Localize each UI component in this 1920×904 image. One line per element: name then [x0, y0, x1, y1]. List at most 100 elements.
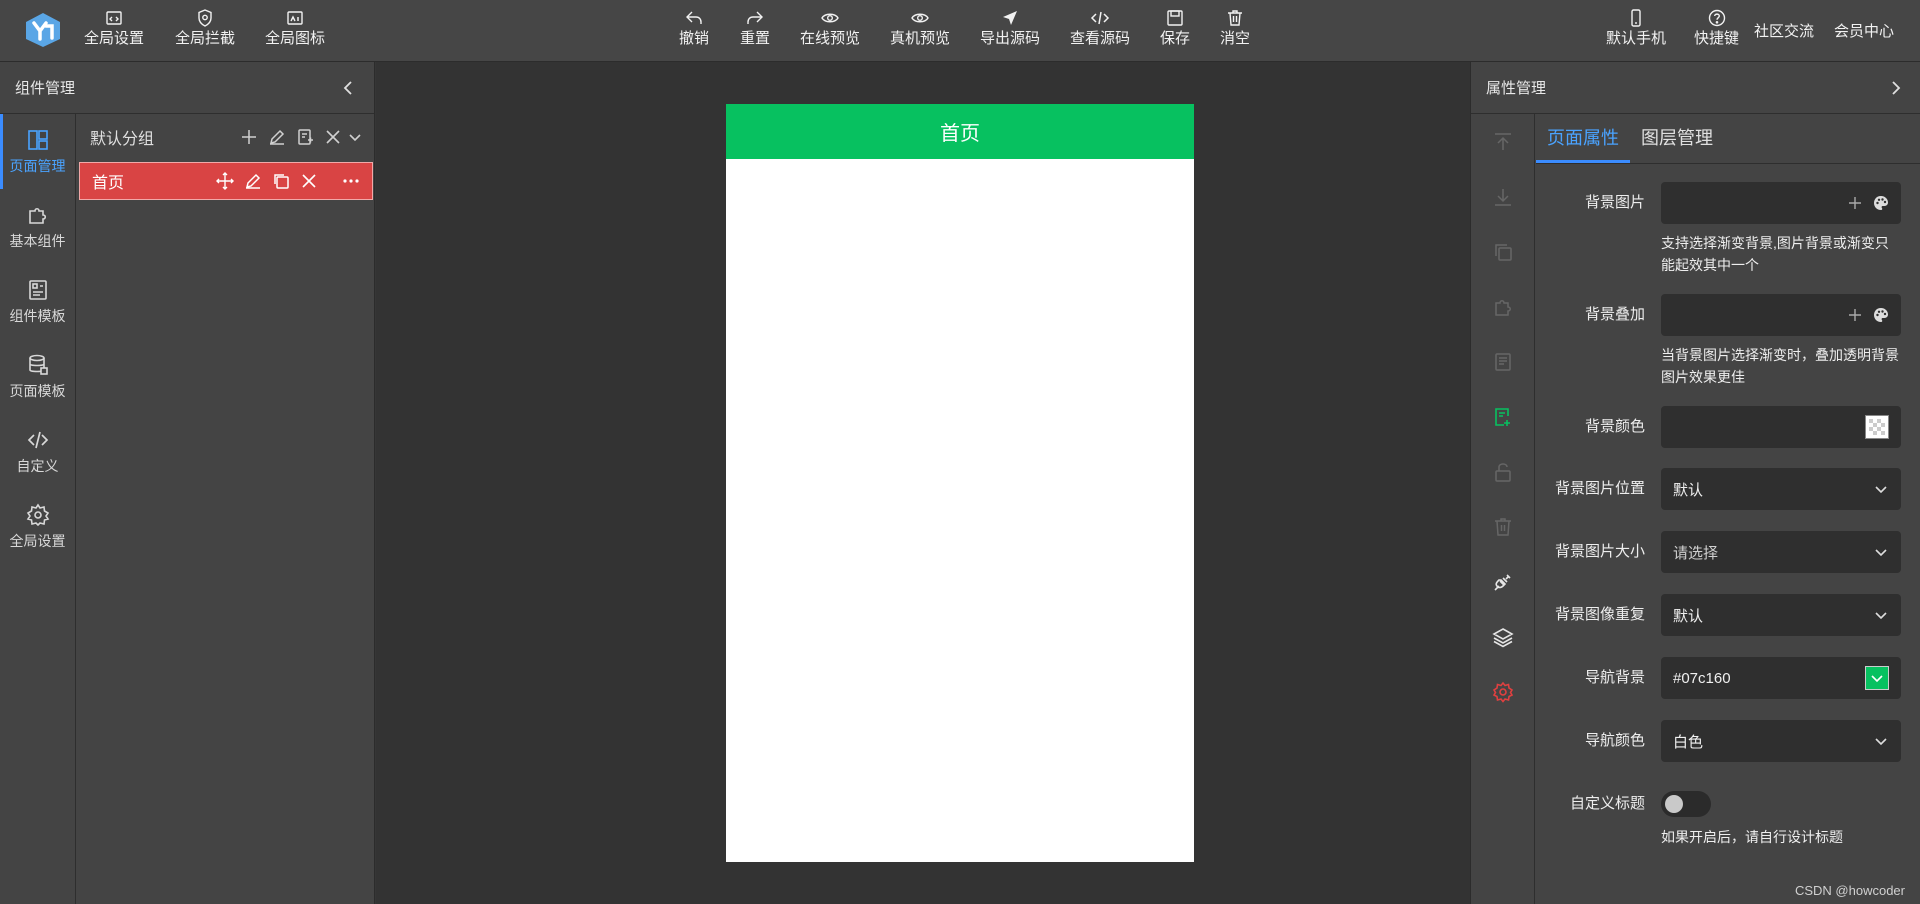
clear-button[interactable]: 消空: [1220, 8, 1250, 54]
plugin-tool[interactable]: [1471, 554, 1534, 609]
color-swatch-icon[interactable]: [1865, 666, 1889, 690]
app: 全局设置 全局拦截 全局图标 撤销 重置 在线预览 真机预览 导出源码 查看源码…: [0, 0, 1920, 904]
bg-repeat-value: 默认: [1673, 607, 1704, 625]
move-bottom-tool[interactable]: [1471, 169, 1534, 224]
chevron-down-icon[interactable]: [348, 128, 362, 146]
community-link[interactable]: 社区交流: [1754, 20, 1814, 41]
palette-icon[interactable]: [1873, 307, 1889, 323]
bg-overlay-picker[interactable]: [1661, 294, 1901, 336]
trash-icon: [1494, 517, 1511, 536]
bg-color-picker[interactable]: [1661, 406, 1901, 448]
top-toolbar: 全局设置 全局拦截 全局图标 撤销 重置 在线预览 真机预览 导出源码 查看源码…: [0, 0, 1920, 62]
add-page-icon[interactable]: [296, 128, 314, 146]
global-icons-button[interactable]: 全局图标: [265, 8, 325, 54]
transparent-swatch-icon[interactable]: [1865, 415, 1889, 439]
group-name: 默认分组: [90, 131, 155, 148]
bg-size-select[interactable]: 请选择: [1661, 531, 1901, 573]
nav-bg-value: #07c160: [1673, 669, 1731, 687]
code-icon: [1090, 11, 1110, 25]
lock-icon: [1494, 462, 1511, 482]
chevron-down-icon: [1875, 612, 1887, 620]
add-icon[interactable]: [1847, 195, 1863, 211]
clear-label: 消空: [1220, 30, 1251, 47]
device-preview-button[interactable]: 真机预览: [890, 8, 950, 54]
delete-icon[interactable]: [300, 172, 318, 190]
nav-color-select[interactable]: 白色: [1661, 720, 1901, 762]
page-item-home[interactable]: 首页: [79, 162, 373, 200]
undo-button[interactable]: 撤销: [679, 8, 709, 54]
phone-preview[interactable]: 首页: [726, 104, 1194, 862]
code-window-icon: [106, 11, 122, 25]
bg-overlay-hint: 当背景图片选择渐变时，叠加透明背景图片效果更佳: [1661, 347, 1899, 385]
rail-item-custom[interactable]: 自定义: [0, 414, 75, 489]
global-settings-label: 全局设置: [84, 30, 145, 47]
bg-overlay-row: 背景叠加 当背景图片选择渐变时，叠加透明背景图片效果更佳: [1536, 294, 1920, 388]
layers-tool[interactable]: [1471, 609, 1534, 664]
add-component-tool[interactable]: [1471, 389, 1534, 444]
rail-item-component-templates[interactable]: 组件模板: [0, 264, 75, 339]
component-tool[interactable]: [1471, 279, 1534, 334]
move-icon[interactable]: [216, 172, 234, 190]
nav-color-label: 导航颜色: [1584, 732, 1645, 749]
add-icon[interactable]: [240, 128, 258, 146]
edit-icon[interactable]: [268, 128, 286, 146]
global-settings-button[interactable]: 全局设置: [84, 8, 144, 54]
rail-item-page-manage[interactable]: 页面管理: [0, 114, 75, 189]
bg-position-row: 背景图片位置 默认: [1536, 468, 1920, 510]
puzzle-icon: [28, 207, 46, 224]
tab-page-properties[interactable]: 页面属性: [1536, 114, 1630, 163]
nav-bg-color-input[interactable]: #07c160: [1661, 657, 1901, 699]
settings-tool[interactable]: [1471, 664, 1534, 719]
global-icons-label: 全局图标: [265, 30, 326, 47]
page-item-label: 首页: [92, 175, 125, 192]
move-top-tool[interactable]: [1471, 114, 1534, 169]
online-preview-button[interactable]: 在线预览: [800, 8, 860, 54]
phone-page-title: 首页: [940, 123, 980, 145]
bg-position-select[interactable]: 默认: [1661, 468, 1901, 510]
property-manager-panel: 属性管理 页面属性 图层管理 背景图片 支持选择渐变背景,图片背景或渐变只能起效…: [1470, 62, 1920, 904]
collapse-right-icon[interactable]: [1886, 79, 1904, 97]
device-select-button[interactable]: 默认手机: [1606, 8, 1666, 54]
save-button[interactable]: 保存: [1160, 8, 1190, 54]
view-source-button[interactable]: 查看源码: [1070, 8, 1130, 54]
member-center-link[interactable]: 会员中心: [1834, 20, 1894, 41]
bg-repeat-select[interactable]: 默认: [1661, 594, 1901, 636]
phone-nav-bar[interactable]: 首页: [726, 104, 1194, 159]
left-rail: 页面管理 基本组件 组件模板 页面模板 自定义 全局设置: [0, 114, 76, 904]
global-intercept-button[interactable]: 全局拦截: [175, 8, 235, 54]
app-logo[interactable]: [24, 12, 62, 48]
export-source-button[interactable]: 导出源码: [980, 8, 1040, 54]
copy-icon[interactable]: [272, 172, 290, 190]
palette-icon[interactable]: [1873, 195, 1889, 211]
lock-tool[interactable]: [1471, 444, 1534, 499]
layout-icon: [27, 129, 48, 150]
save-icon: [1167, 10, 1183, 26]
bg-image-picker[interactable]: [1661, 182, 1901, 224]
bg-size-label: 背景图片大小: [1554, 543, 1645, 560]
page-group-row[interactable]: 默认分组: [77, 114, 374, 160]
rail-item-basic-components[interactable]: 基本组件: [0, 189, 75, 264]
bg-size-value: 请选择: [1673, 544, 1719, 562]
rail-item-page-templates[interactable]: 页面模板: [0, 339, 75, 414]
custom-title-toggle[interactable]: [1661, 791, 1711, 817]
bg-position-label: 背景图片位置: [1554, 480, 1645, 497]
close-icon[interactable]: [324, 128, 342, 146]
delete-tool[interactable]: [1471, 499, 1534, 554]
copy-tool[interactable]: [1471, 224, 1534, 279]
redo-button[interactable]: 重置: [740, 8, 770, 54]
add-icon[interactable]: [1847, 307, 1863, 323]
more-icon[interactable]: [342, 172, 360, 190]
bg-overlay-label: 背景叠加: [1584, 306, 1645, 323]
move-bottom-icon: [1494, 188, 1511, 206]
layers-icon: [1491, 627, 1514, 647]
undo-icon: [686, 11, 702, 24]
database-icon: [28, 354, 48, 375]
rail-item-global-settings[interactable]: 全局设置: [0, 489, 75, 564]
document-tool[interactable]: [1471, 334, 1534, 389]
collapse-left-icon[interactable]: [340, 79, 358, 97]
shortcuts-button[interactable]: 快捷键: [1694, 8, 1739, 54]
rail-label: 页面管理: [9, 157, 66, 174]
nav-color-row: 导航颜色 白色: [1536, 720, 1920, 762]
tab-layer-manager[interactable]: 图层管理: [1630, 114, 1724, 163]
edit-icon[interactable]: [244, 172, 262, 190]
